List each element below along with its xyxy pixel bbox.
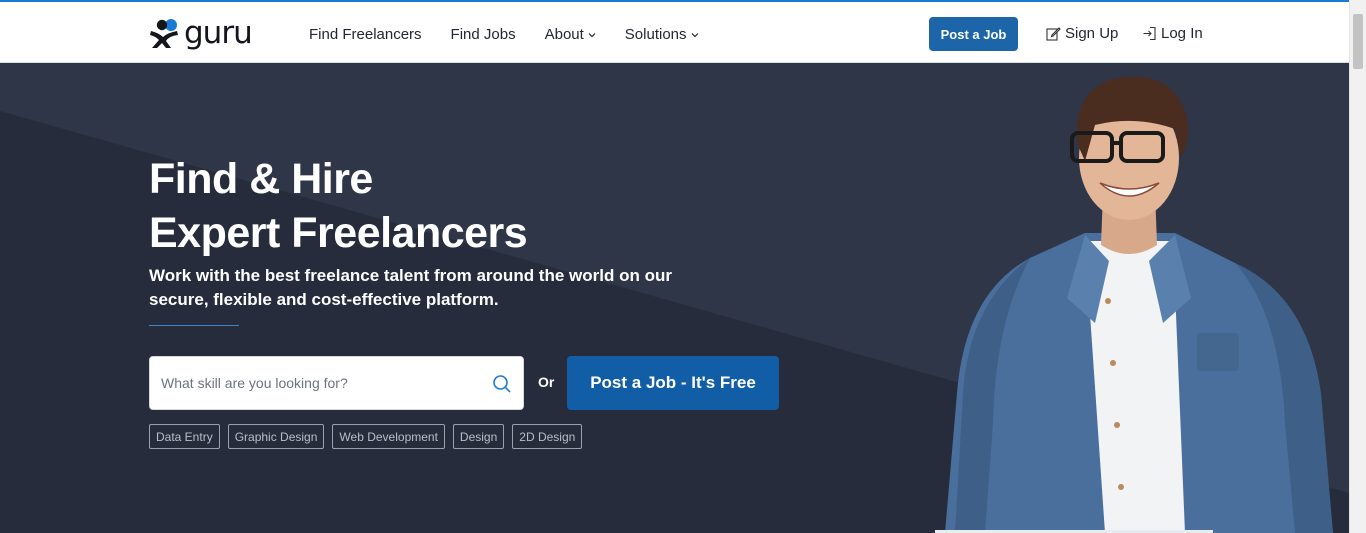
nav-about-label: About: [544, 26, 584, 43]
skill-tag[interactable]: Web Development: [332, 424, 445, 449]
nav-find-jobs-label: Find Jobs: [450, 26, 516, 43]
search-icon[interactable]: [492, 374, 512, 394]
scrollbar-thumb[interactable]: [1353, 14, 1363, 69]
skill-tag[interactable]: Design: [452, 424, 505, 449]
nav-find-freelancers[interactable]: Find Freelancers: [309, 26, 422, 43]
top-accent-line-overlay: [0, 0, 1349, 2]
accent-divider: [149, 325, 239, 326]
sign-up-link[interactable]: Sign Up: [1046, 24, 1118, 42]
log-in-label: Log In: [1161, 24, 1203, 42]
skill-search-box[interactable]: [149, 356, 524, 410]
guru-logo-icon: [149, 17, 183, 49]
main-nav: Find Freelancers Find Jobs About Solutio…: [309, 4, 728, 65]
skill-search-input[interactable]: [161, 375, 481, 391]
hero-title: Find & Hire Expert Freelancers: [149, 152, 528, 260]
vertical-scrollbar[interactable]: [1349, 0, 1366, 533]
sign-up-label: Sign Up: [1065, 24, 1119, 42]
post-a-job-button[interactable]: Post a Job: [929, 17, 1018, 51]
brand-wordmark: guru: [184, 15, 253, 51]
skill-tag[interactable]: Data Entry: [149, 424, 220, 449]
chevron-down-icon: [588, 30, 596, 40]
login-icon: [1143, 26, 1156, 40]
nav-find-freelancers-label: Find Freelancers: [309, 26, 422, 43]
hero-title-line-2: Expert Freelancers: [149, 209, 528, 257]
skill-tag[interactable]: Graphic Design: [227, 424, 325, 449]
popular-skill-tags: Data Entry Graphic Design Web Developmen…: [149, 424, 590, 449]
guru-logo[interactable]: guru: [149, 16, 269, 50]
nav-find-jobs[interactable]: Find Jobs: [451, 26, 516, 43]
nav-solutions[interactable]: Solutions: [625, 26, 699, 43]
hero-title-line-1: Find & Hire: [149, 155, 373, 203]
nav-solutions-label: Solutions: [624, 26, 687, 43]
hero-person-image: [945, 76, 1333, 533]
post-a-job-free-button[interactable]: Post a Job - It's Free: [567, 356, 779, 410]
skill-tag[interactable]: 2D Design: [512, 424, 583, 449]
chevron-down-icon: [691, 30, 699, 40]
nav-about[interactable]: About: [545, 26, 596, 43]
edit-icon: [1046, 26, 1061, 41]
log-in-link[interactable]: Log In: [1142, 24, 1203, 42]
or-separator: Or: [538, 374, 555, 390]
hero-subtitle: Work with the best freelance talent from…: [149, 266, 672, 309]
site-header: guru Find Freelancers Find Jobs About So…: [0, 2, 1349, 63]
